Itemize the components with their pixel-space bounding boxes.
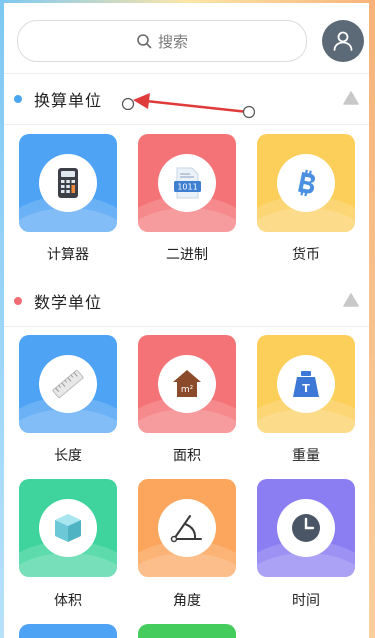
tile-area-bg[interactable]: m² bbox=[138, 335, 236, 433]
weight-icon: T bbox=[293, 371, 319, 397]
section-header-math: 数学单位 bbox=[4, 276, 369, 327]
tile-label: 二进制 bbox=[166, 247, 208, 263]
header-bar: 搜索 bbox=[4, 3, 369, 74]
tile-label: 重量 bbox=[292, 448, 320, 464]
tile-label: 面积 bbox=[173, 448, 201, 464]
avatar[interactable] bbox=[322, 20, 364, 62]
user-icon bbox=[333, 31, 353, 51]
ruler-icon bbox=[52, 369, 84, 399]
collapse-triangle-icon[interactable] bbox=[343, 91, 359, 105]
section-dot bbox=[14, 297, 22, 305]
area-house-icon: m² bbox=[173, 370, 201, 397]
cube-icon bbox=[55, 514, 81, 542]
tile-binary-bg[interactable]: 1011 bbox=[138, 134, 236, 232]
section-title: 数学单位 bbox=[34, 293, 103, 312]
collapse-triangle-icon[interactable] bbox=[343, 293, 359, 307]
tile-label: 货币 bbox=[292, 247, 320, 263]
tile-label: 计算器 bbox=[47, 247, 89, 263]
clock-icon bbox=[292, 514, 320, 542]
math-grid: 长度 m² 面积 T 重量 体积 角度 时间 bbox=[0, 326, 375, 638]
section-title: 换算单位 bbox=[34, 91, 103, 110]
angle-icon bbox=[170, 515, 202, 543]
calculator-icon bbox=[58, 168, 78, 198]
tile-label: 长度 bbox=[54, 448, 82, 464]
search-placeholder: 搜索 bbox=[157, 32, 188, 51]
tile-label: 角度 bbox=[173, 593, 201, 609]
tile-partial[interactable] bbox=[138, 624, 236, 638]
tile-calculator-bg[interactable] bbox=[19, 134, 117, 232]
bitcoin-icon bbox=[298, 169, 315, 197]
tile-currency-bg[interactable] bbox=[257, 134, 355, 232]
tile-partial[interactable] bbox=[19, 624, 117, 638]
section-header-conversion: 换算单位 bbox=[4, 74, 369, 125]
tile-label: 体积 bbox=[54, 593, 82, 609]
binary-icon: 1011 bbox=[174, 167, 201, 199]
tile-weight-bg[interactable]: T bbox=[257, 335, 355, 433]
section-dot bbox=[14, 95, 22, 103]
tile-length-bg[interactable] bbox=[19, 335, 117, 433]
weight-icon-text: T bbox=[302, 382, 310, 395]
area-icon-text: m² bbox=[181, 385, 194, 395]
binary-icon-text: 1011 bbox=[177, 183, 197, 192]
tile-angle-bg[interactable] bbox=[138, 479, 236, 577]
tile-time-bg[interactable] bbox=[257, 479, 355, 577]
conversion-grid: 计算器 1011 二进制 货币 bbox=[0, 124, 375, 276]
search-input[interactable]: 搜索 bbox=[17, 20, 307, 62]
search-icon bbox=[137, 34, 152, 49]
tile-label: 时间 bbox=[292, 593, 320, 609]
tile-volume-bg[interactable] bbox=[19, 479, 117, 577]
